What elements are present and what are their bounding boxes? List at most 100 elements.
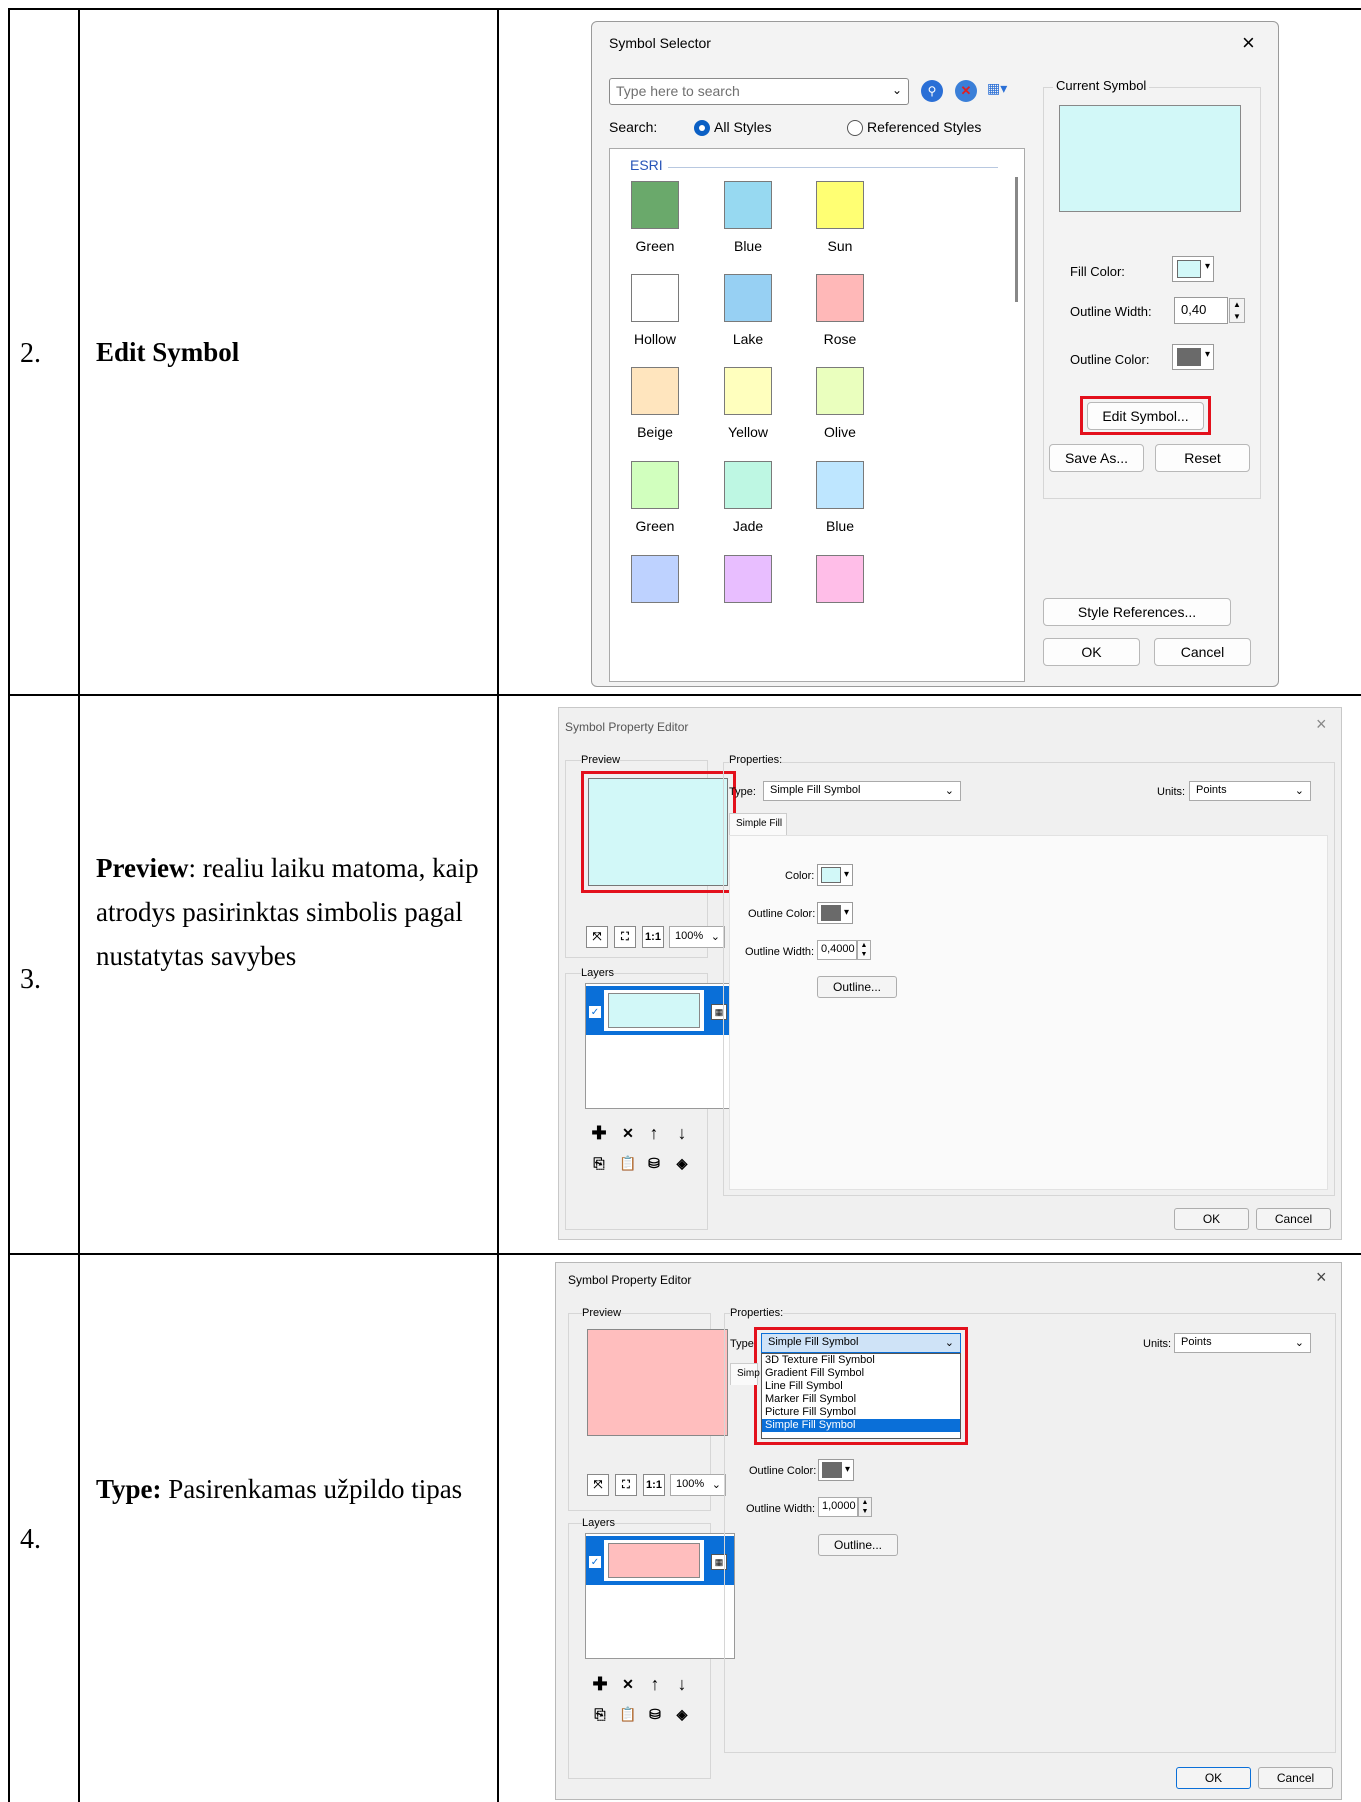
radio-all-styles[interactable] [694,120,710,136]
move-down-icon[interactable]: ↓ [671,1122,693,1144]
move-down-icon[interactable]: ↓ [671,1673,693,1695]
tag-layer-icon[interactable]: ◈ [671,1152,693,1174]
copy-layer-icon[interactable]: ⎘ [589,1703,611,1725]
scrollbar-thumb[interactable] [1015,177,1018,302]
search-placeholder: Type here to search [616,83,740,99]
combine-layer-icon[interactable]: ⛁ [644,1703,666,1725]
outline-width-input[interactable]: 0,4000 [817,940,857,960]
symbol-swatch[interactable] [816,367,864,415]
style-references-button[interactable]: Style References... [1043,598,1231,626]
move-up-icon[interactable]: ↑ [643,1122,665,1144]
symbol-swatch[interactable] [724,181,772,229]
cancel-button[interactable]: Cancel [1154,638,1251,666]
symbol-swatch[interactable] [816,461,864,509]
type-select[interactable]: Simple Fill Symbol ⌄ [763,781,961,801]
symbol-swatch[interactable] [724,274,772,322]
table-column-divider [497,8,499,1802]
layer-thumbnail [608,1543,700,1578]
view-options-icon[interactable]: ▦▾ [987,80,1007,97]
outline-width-input[interactable]: 1,0000 [818,1497,858,1517]
symbol-property-editor-dialog: Symbol Property Editor × Preview ⤧ ⛶ 1:1… [555,1262,1342,1800]
units-select[interactable]: Points ⌄ [1174,1333,1311,1353]
units-value: Points [1181,1336,1212,1348]
close-icon[interactable]: × [1242,30,1255,56]
preview-label: Preview [581,754,621,766]
copy-layer-icon[interactable]: ⎘ [588,1152,610,1174]
symbol-swatch[interactable] [631,181,679,229]
table-border-top [8,8,1361,10]
spinner-icon[interactable]: ▲ ▼ [1229,298,1245,323]
reset-button[interactable]: Reset [1155,444,1250,472]
outline-button[interactable]: Outline... [818,1534,898,1556]
layer-checkbox[interactable]: ✓ [589,1556,601,1568]
symbol-swatch[interactable] [816,555,864,603]
add-layer-icon[interactable]: ✚ [588,1122,610,1144]
symbol-swatch[interactable] [631,555,679,603]
symbol-swatch[interactable] [631,461,679,509]
cancel-button[interactable]: Cancel [1258,1767,1333,1789]
layers-list[interactable]: ✓ ▦ [585,1533,735,1659]
symbol-swatch[interactable] [724,461,772,509]
remove-layer-icon[interactable]: ✕ [617,1673,639,1695]
clear-search-icon[interactable]: ✕ [955,80,977,102]
zoom-full-icon[interactable]: ⛶ [615,1474,637,1496]
layers-label: Layers [581,967,615,979]
cancel-button[interactable]: Cancel [1256,1208,1331,1230]
fill-color-picker[interactable]: ▾ [1172,256,1214,282]
row-number: 2. [20,338,41,369]
row-text: Pasirenkamas užpildo tipas [161,1474,463,1504]
layer-checkbox[interactable]: ✓ [589,1006,601,1018]
zoom-select[interactable]: 100% ⌄ [669,926,725,948]
outline-width-label: Outline Width: [746,1503,816,1515]
outline-color-picker[interactable]: ▾ [817,902,853,924]
symbol-swatch[interactable] [724,367,772,415]
symbol-swatch[interactable] [631,274,679,322]
radio-referenced-styles-label: Referenced Styles [867,119,982,135]
paste-layer-icon[interactable]: 📋 [617,1703,639,1725]
move-up-icon[interactable]: ↑ [644,1673,666,1695]
chevron-down-icon: ▾ [1204,349,1210,360]
outline-color-picker[interactable]: ▾ [818,1459,854,1481]
zoom-actual-icon[interactable]: 1:1 [643,1474,665,1496]
symbol-swatch[interactable] [724,555,772,603]
zoom-fit-icon[interactable]: ⤧ [586,926,608,948]
ok-button[interactable]: OK [1176,1767,1251,1789]
symbol-swatch-label: Olive [824,424,856,440]
close-icon[interactable]: × [1316,1267,1327,1288]
chevron-down-icon: ⌄ [944,785,954,797]
tab-simple-fill[interactable]: Simp [730,1363,760,1385]
combine-layer-icon[interactable]: ⛁ [643,1152,665,1174]
add-layer-icon[interactable]: ✚ [589,1673,611,1695]
zoom-full-icon[interactable]: ⛶ [614,926,636,948]
paste-layer-icon[interactable]: 📋 [617,1152,639,1174]
outline-width-input[interactable]: 0,40 [1174,297,1228,324]
symbol-swatch-label: Yellow [728,424,768,440]
row-title: Edit Symbol [96,330,496,374]
zoom-select[interactable]: 100% ⌄ [670,1474,726,1496]
tab-simple-fill[interactable]: Simple Fill [729,813,787,835]
zoom-actual-icon[interactable]: 1:1 [642,926,664,948]
radio-referenced-styles[interactable] [847,120,863,136]
remove-layer-icon[interactable]: ✕ [617,1122,639,1144]
tag-layer-icon[interactable]: ◈ [671,1703,693,1725]
spinner-icon[interactable]: ▲ ▼ [858,1497,872,1517]
symbol-swatch[interactable] [816,274,864,322]
ok-button[interactable]: OK [1043,638,1140,666]
symbol-swatch[interactable] [631,367,679,415]
zoom-fit-icon[interactable]: ⤧ [587,1474,609,1496]
save-as-button[interactable]: Save As... [1049,444,1144,472]
symbol-gallery[interactable]: ESRI Green Blue Sun Hollow Lake Rose Beige Yell… [609,148,1025,682]
search-input[interactable]: Type here to search ⌄ [609,78,909,105]
search-icon[interactable]: ⚲ [921,80,943,102]
spinner-icon[interactable]: ▲ ▼ [857,940,871,960]
current-symbol-label: Current Symbol [1053,78,1150,93]
ok-button[interactable]: OK [1174,1208,1249,1230]
units-select[interactable]: Points ⌄ [1189,781,1311,801]
color-picker[interactable]: ▾ [817,864,853,886]
outline-color-picker[interactable]: ▾ [1172,344,1214,370]
symbol-swatch[interactable] [816,181,864,229]
table-row-divider [8,1253,1361,1255]
close-icon[interactable]: × [1316,714,1327,735]
layers-list[interactable]: ✓ ▦ [585,983,735,1109]
outline-button[interactable]: Outline... [817,976,897,998]
